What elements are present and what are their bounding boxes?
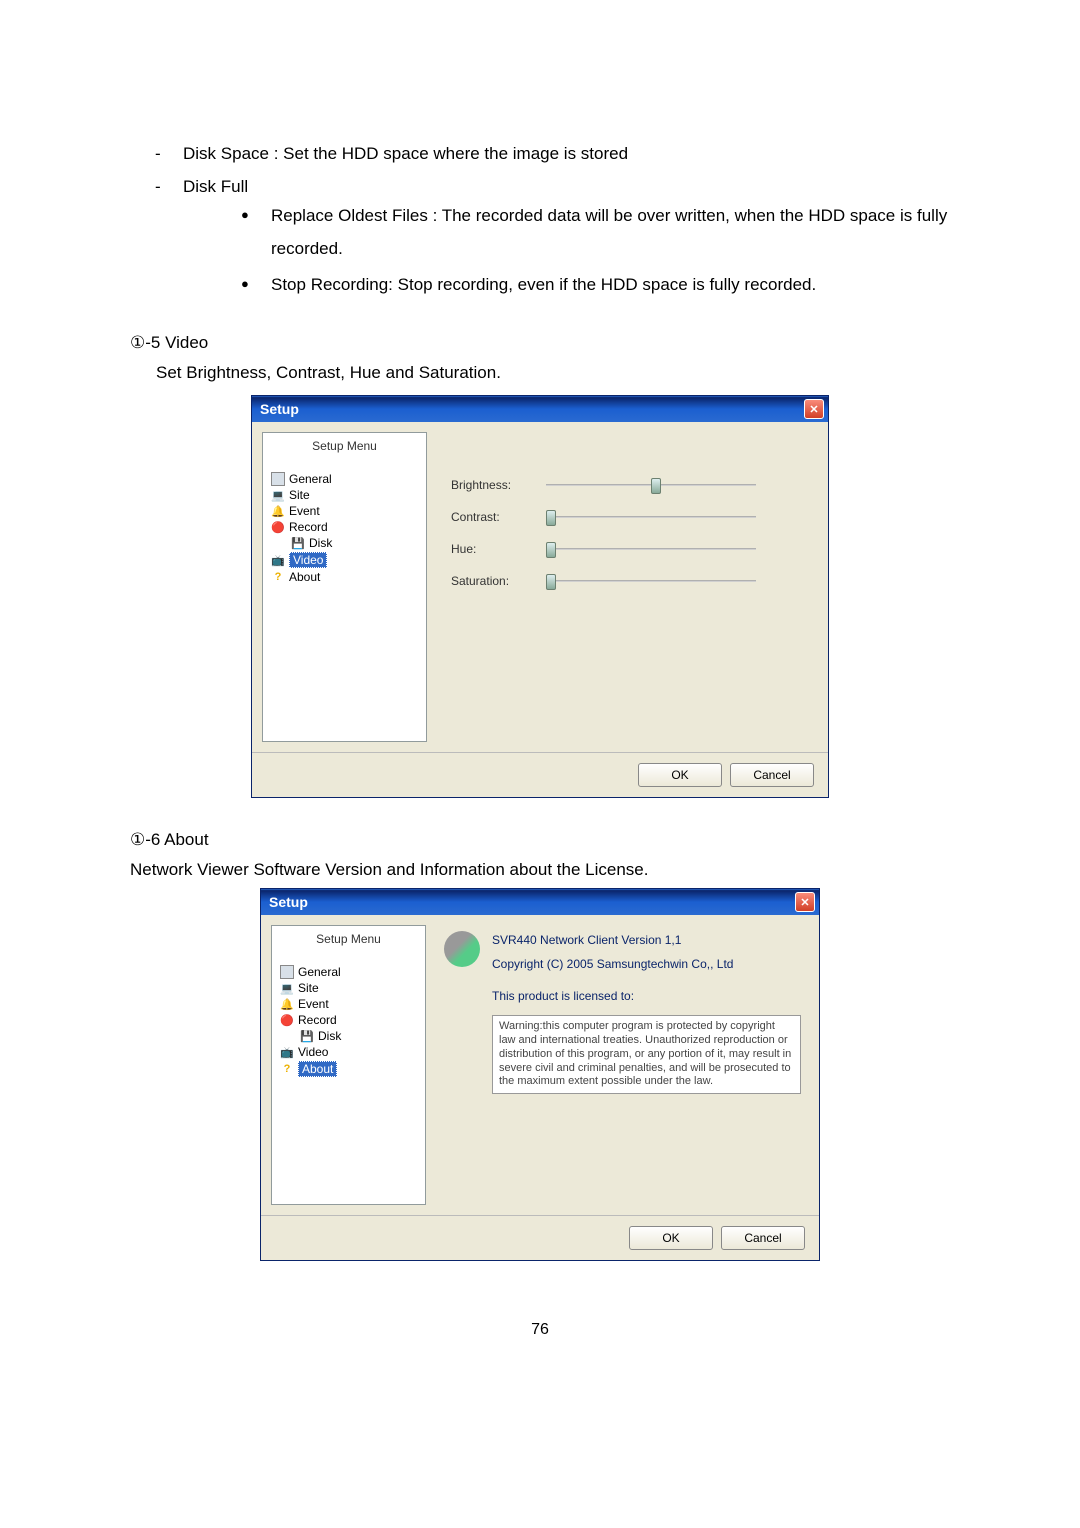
tree-item-disk[interactable]: 💾 Disk xyxy=(278,1028,419,1044)
setup-dialog-video: Setup ✕ Setup Menu General 💻 Site 🔔 Even… xyxy=(251,395,829,798)
titlebar[interactable]: Setup ✕ xyxy=(261,889,819,915)
setup-dialog-about: Setup ✕ Setup Menu General 💻 Site 🔔 Even… xyxy=(260,888,820,1261)
tree-item-record[interactable]: 🔴 Record xyxy=(278,1012,419,1028)
tv-icon: 📺 xyxy=(280,1045,294,1059)
tree-label: Video xyxy=(298,1045,328,1059)
tree-label: About xyxy=(289,570,320,584)
about-section-desc: Network Viewer Software Version and Info… xyxy=(130,860,950,880)
tree-item-disk[interactable]: 💾 Disk xyxy=(269,535,420,551)
setup-tree: General 💻 Site 🔔 Event 🔴 Record 💾 Disk xyxy=(272,964,425,1084)
question-icon: ? xyxy=(280,1062,294,1076)
bell-icon: 🔔 xyxy=(280,997,294,1011)
tree-label: Disk xyxy=(318,1029,341,1043)
replace-item: Replace Oldest Files : The recorded data… xyxy=(241,200,950,265)
record-icon: 🔴 xyxy=(271,520,285,534)
video-section-heading: ①-5 Video xyxy=(130,333,950,353)
network-icon: 💻 xyxy=(271,488,285,502)
tree-item-site[interactable]: 💻 Site xyxy=(278,980,419,996)
tree-item-event[interactable]: 🔔 Event xyxy=(269,503,420,519)
close-icon[interactable]: ✕ xyxy=(795,892,815,912)
tree-label: Record xyxy=(289,520,328,534)
tree-item-about[interactable]: ? About xyxy=(269,569,420,585)
dialog-title: Setup xyxy=(260,401,299,417)
tree-item-site[interactable]: 💻 Site xyxy=(269,487,420,503)
version-text: SVR440 Network Client Version 1,1 xyxy=(492,931,801,949)
floppy-icon: 💾 xyxy=(300,1029,314,1043)
video-section-desc: Set Brightness, Contrast, Hue and Satura… xyxy=(156,363,950,383)
sidebar-title: Setup Menu xyxy=(272,926,425,964)
tree-label-selected: About xyxy=(298,1061,337,1077)
contrast-slider[interactable] xyxy=(546,516,756,518)
brightness-slider[interactable] xyxy=(546,484,756,486)
tree-label: Record xyxy=(298,1013,337,1027)
tree-item-general[interactable]: General xyxy=(269,471,420,487)
tree-label: Event xyxy=(298,997,329,1011)
tv-icon: 📺 xyxy=(271,553,285,567)
tree-label: Site xyxy=(289,488,310,502)
brightness-row: Brightness: xyxy=(451,478,808,492)
tree-label: Disk xyxy=(309,536,332,550)
disk-full-label: Disk Full xyxy=(183,177,248,196)
setup-sidebar: Setup Menu General 💻 Site 🔔 Event 🔴 Reco… xyxy=(262,432,427,742)
contrast-row: Contrast: xyxy=(451,510,808,524)
saturation-row: Saturation: xyxy=(451,574,808,588)
globe-icon xyxy=(444,931,480,967)
disk-space-item: Disk Space : Set the HDD space where the… xyxy=(155,140,950,167)
setup-tree: General 💻 Site 🔔 Event 🔴 Record 💾 Disk xyxy=(263,471,426,591)
about-panel: SVR440 Network Client Version 1,1 Copyri… xyxy=(432,915,819,1215)
tree-label: Site xyxy=(298,981,319,995)
tree-label: Event xyxy=(289,504,320,518)
tree-item-video[interactable]: 📺 Video xyxy=(269,551,420,569)
disk-full-sublist: Replace Oldest Files : The recorded data… xyxy=(241,200,950,301)
dialog-title: Setup xyxy=(269,894,308,910)
dialog-buttons: OK Cancel xyxy=(261,1215,819,1260)
floppy-icon: 💾 xyxy=(291,536,305,550)
sidebar-title: Setup Menu xyxy=(263,433,426,471)
titlebar[interactable]: Setup ✕ xyxy=(252,396,828,422)
warning-box: Warning:this computer program is protect… xyxy=(492,1015,801,1094)
tree-item-record[interactable]: 🔴 Record xyxy=(269,519,420,535)
tree-label: General xyxy=(289,472,332,486)
ok-button[interactable]: OK xyxy=(629,1226,713,1250)
monitor-icon xyxy=(280,965,294,979)
cancel-button[interactable]: Cancel xyxy=(730,763,814,787)
tree-item-event[interactable]: 🔔 Event xyxy=(278,996,419,1012)
cancel-button[interactable]: Cancel xyxy=(721,1226,805,1250)
saturation-label: Saturation: xyxy=(451,574,526,588)
disk-list: Disk Space : Set the HDD space where the… xyxy=(155,140,950,301)
network-icon: 💻 xyxy=(280,981,294,995)
about-section-heading: ①-6 About xyxy=(130,830,950,850)
tree-item-general[interactable]: General xyxy=(278,964,419,980)
record-icon: 🔴 xyxy=(280,1013,294,1027)
stop-item: Stop Recording: Stop recording, even if … xyxy=(241,269,950,301)
tree-label: General xyxy=(298,965,341,979)
question-icon: ? xyxy=(271,570,285,584)
tree-item-about[interactable]: ? About xyxy=(278,1060,419,1078)
disk-full-item: Disk Full Replace Oldest Files : The rec… xyxy=(155,173,950,301)
saturation-slider[interactable] xyxy=(546,580,756,582)
monitor-icon xyxy=(271,472,285,486)
close-icon[interactable]: ✕ xyxy=(804,399,824,419)
bell-icon: 🔔 xyxy=(271,504,285,518)
tree-label-selected: Video xyxy=(289,552,327,568)
ok-button[interactable]: OK xyxy=(638,763,722,787)
about-info: SVR440 Network Client Version 1,1 Copyri… xyxy=(492,931,801,1205)
hue-label: Hue: xyxy=(451,542,526,556)
dialog-buttons: OK Cancel xyxy=(252,752,828,797)
copyright-text: Copyright (C) 2005 Samsungtechwin Co,, L… xyxy=(492,955,801,973)
video-panel: Brightness: Contrast: Hue: Saturation: xyxy=(433,422,828,752)
brightness-label: Brightness: xyxy=(451,478,526,492)
page-number: 76 xyxy=(130,1321,950,1339)
hue-row: Hue: xyxy=(451,542,808,556)
setup-sidebar: Setup Menu General 💻 Site 🔔 Event 🔴 Reco… xyxy=(271,925,426,1205)
hue-slider[interactable] xyxy=(546,548,756,550)
contrast-label: Contrast: xyxy=(451,510,526,524)
tree-item-video[interactable]: 📺 Video xyxy=(278,1044,419,1060)
licensed-text: This product is licensed to: xyxy=(492,987,801,1005)
